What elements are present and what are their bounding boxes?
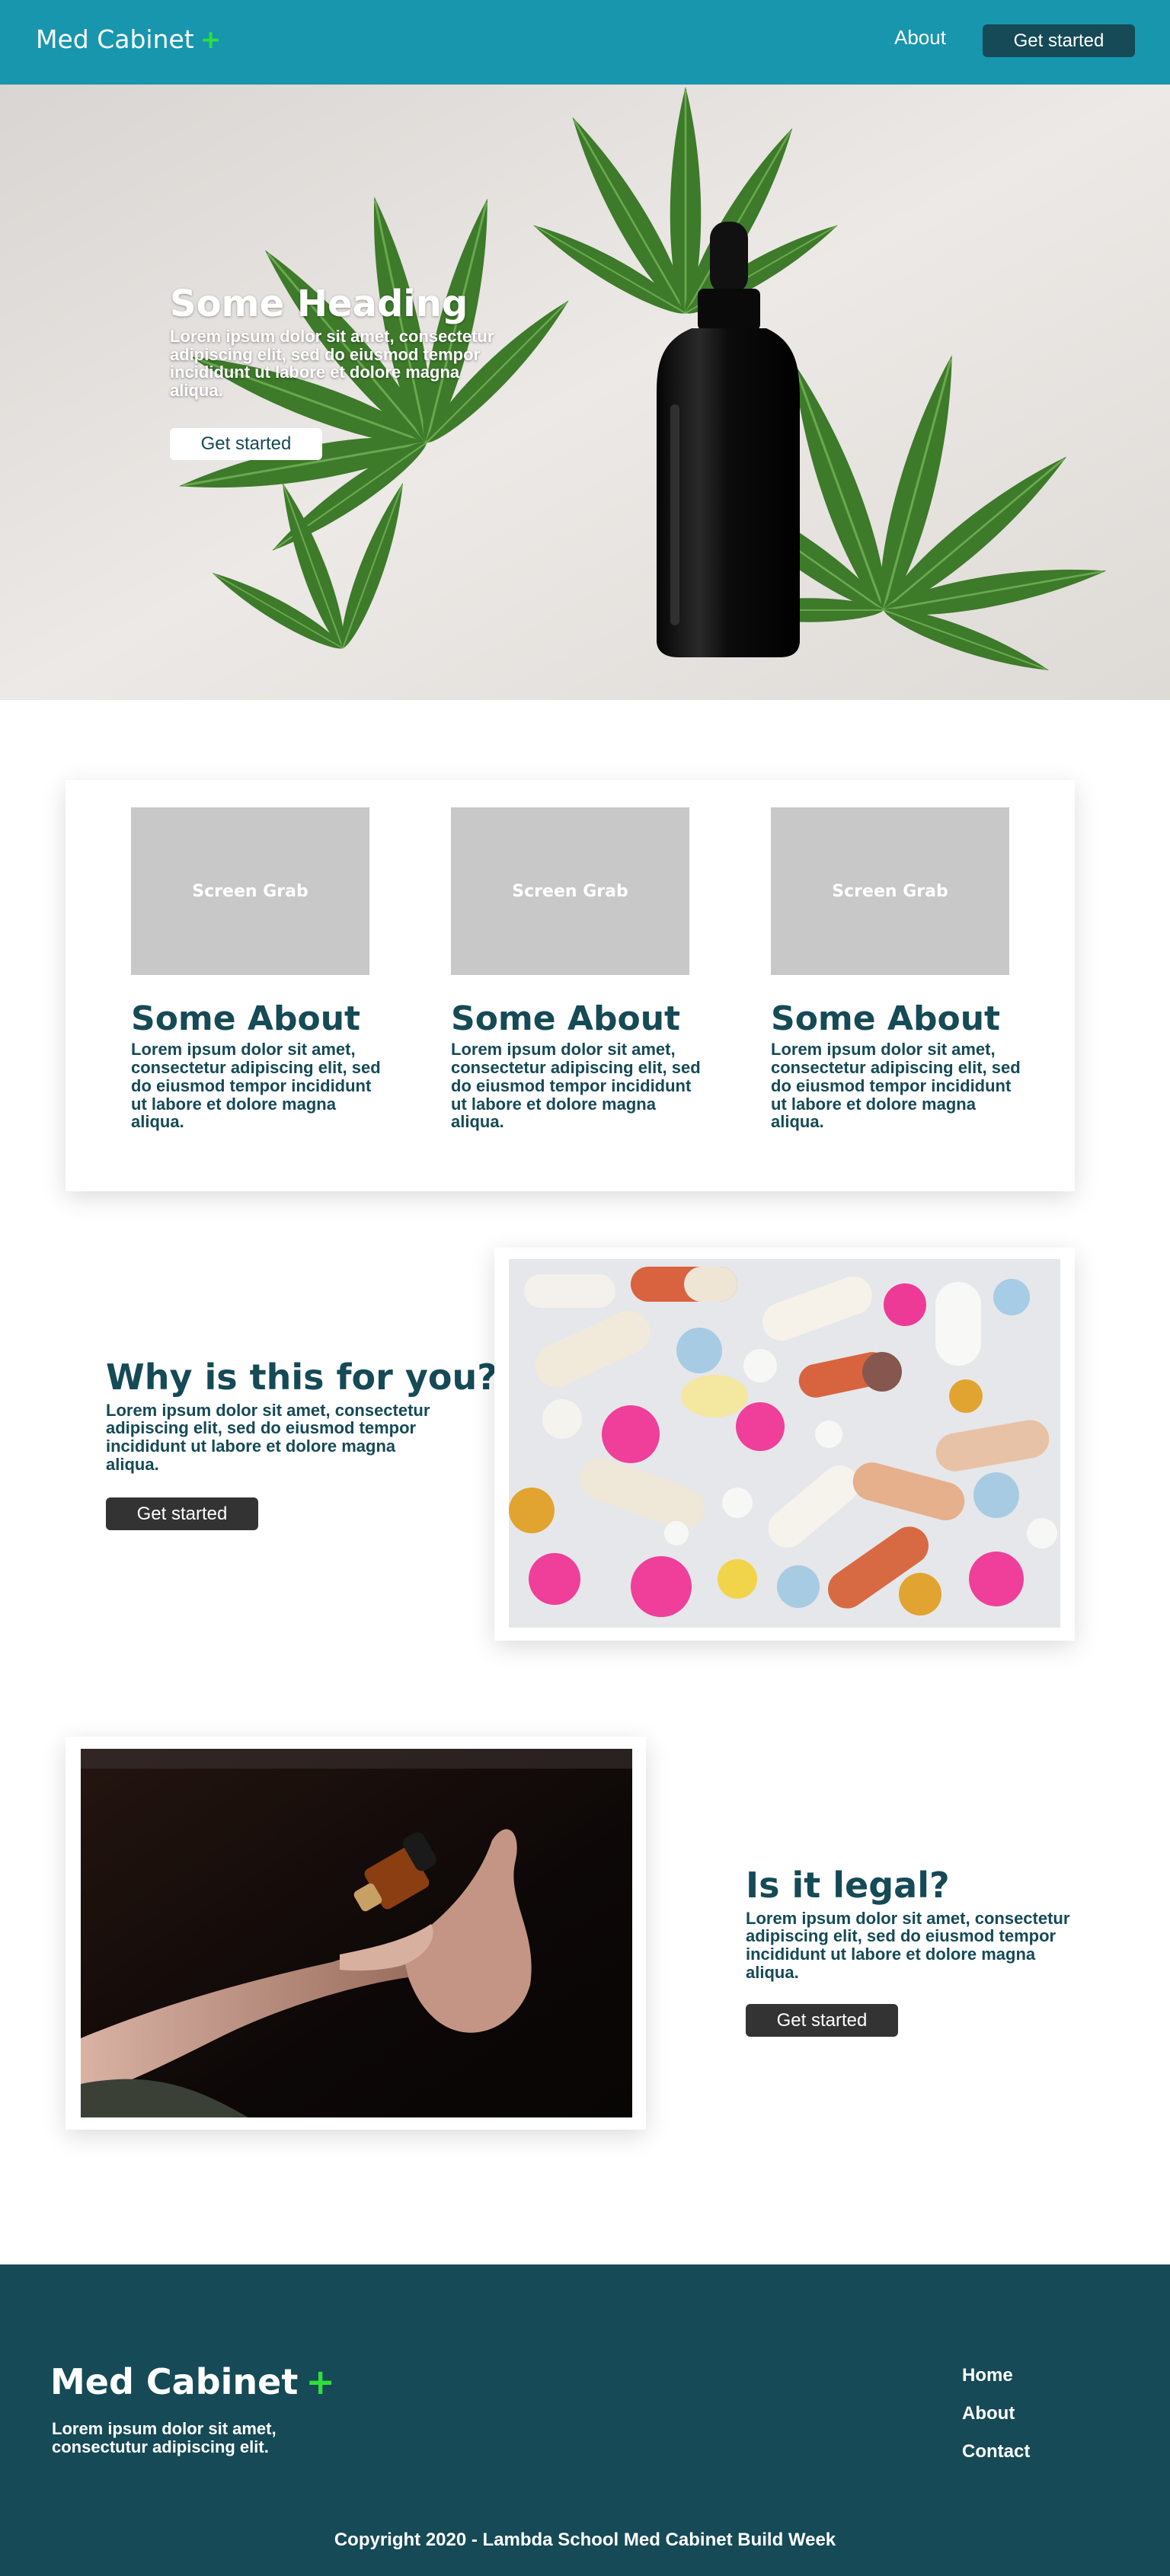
about-card-body: Lorem ipsum dolor sit amet, consectetur …	[131, 1040, 381, 1132]
header-get-started-button[interactable]: Get started	[983, 24, 1135, 57]
brand-logo[interactable]: Med Cabinet +	[36, 24, 221, 54]
legal-section-text: Is it legal? Lorem ipsum dolor sit amet,…	[746, 1866, 1081, 1982]
legal-get-started-button[interactable]: Get started	[746, 2004, 898, 2037]
brand-name: Med Cabinet	[36, 24, 194, 54]
why-section-title: Why is this for you?	[106, 1357, 497, 1398]
screen-grab-placeholder: Screen Grab	[451, 807, 689, 975]
plus-icon: +	[305, 2361, 335, 2402]
site-footer: Med Cabinet + Lorem ipsum dolor sit amet,…	[0, 2264, 1170, 2576]
dropper-image-frame	[66, 1737, 646, 2130]
legal-section-body: Lorem ipsum dolor sit amet, consectetur …	[746, 1908, 1070, 1982]
hero-body: Lorem ipsum dolor sit amet, consectetur …	[170, 326, 494, 401]
about-card-title: Some About	[451, 999, 681, 1038]
about-card-body: Lorem ipsum dolor sit amet, consectetur …	[771, 1040, 1021, 1132]
hero-banner: Some Heading Lorem ipsum dolor sit amet,…	[0, 85, 1170, 700]
pills-image-frame	[494, 1248, 1075, 1641]
footer-brand-name: Med Cabinet	[50, 2361, 299, 2402]
footer-brand: Med Cabinet +	[50, 2361, 335, 2402]
about-card-body: Lorem ipsum dolor sit amet, consectetur …	[451, 1040, 701, 1132]
footer-nav: Home About Contact	[962, 2365, 1030, 2479]
site-header: Med Cabinet + About Get started	[0, 0, 1170, 85]
about-card-title: Some About	[131, 999, 361, 1038]
nav-link-about[interactable]: About	[894, 26, 946, 50]
plus-icon: +	[200, 24, 222, 54]
hero-text: Some Heading Lorem ipsum dolor sit amet,…	[170, 284, 505, 400]
dropper-image	[81, 1749, 632, 2117]
footer-description: Lorem ipsum dolor sit amet, consectutur …	[52, 2419, 277, 2456]
about-card: Screen Grab Some About Lorem ipsum dolor…	[131, 807, 381, 1131]
screen-grab-placeholder: Screen Grab	[771, 807, 1009, 975]
about-cards-panel: Screen Grab Some About Lorem ipsum dolor…	[66, 780, 1075, 1191]
why-section-body: Lorem ipsum dolor sit amet, consectetur …	[106, 1400, 430, 1474]
about-card-title: Some About	[771, 999, 1001, 1038]
hero-get-started-button[interactable]: Get started	[170, 428, 322, 460]
about-card: Screen Grab Some About Lorem ipsum dolor…	[451, 807, 701, 1131]
hero-heading: Some Heading	[170, 283, 468, 325]
footer-link-home[interactable]: Home	[962, 2365, 1030, 2386]
legal-section-title: Is it legal?	[746, 1865, 950, 1906]
copyright-text: Copyright 2020 - Lambda School Med Cabin…	[334, 2530, 836, 2550]
footer-link-contact[interactable]: Contact	[962, 2441, 1030, 2463]
about-card: Screen Grab Some About Lorem ipsum dolor…	[771, 807, 1021, 1131]
screen-grab-placeholder: Screen Grab	[131, 807, 369, 975]
why-section-text: Why is this for you? Lorem ipsum dolor s…	[106, 1358, 497, 1474]
footer-link-about[interactable]: About	[962, 2403, 1030, 2424]
pills-image	[509, 1259, 1060, 1628]
why-get-started-button[interactable]: Get started	[106, 1497, 258, 1530]
